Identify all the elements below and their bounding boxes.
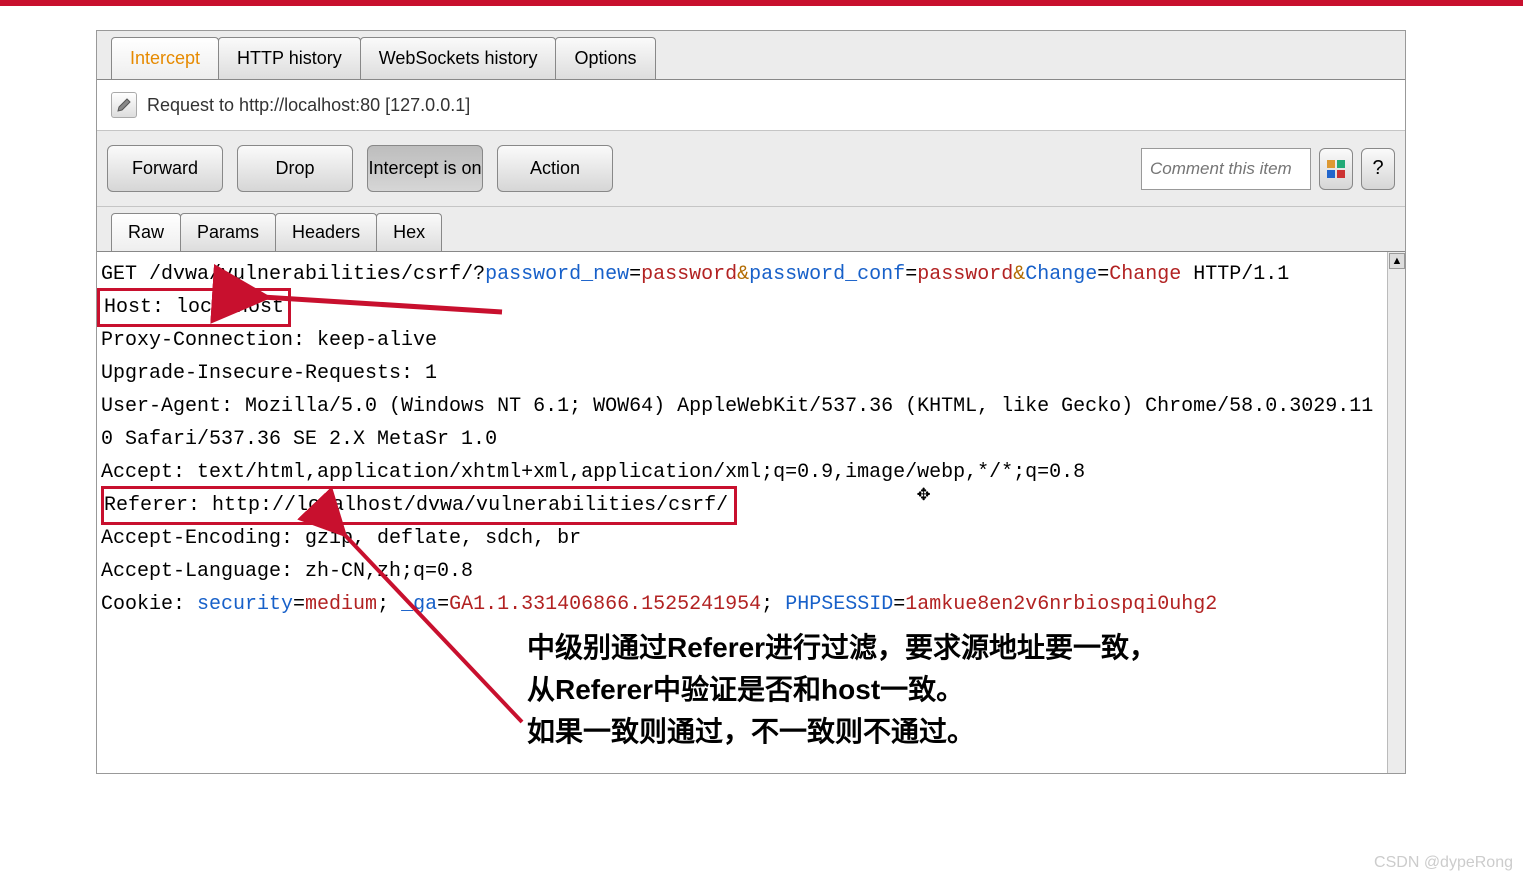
comment-input[interactable] (1141, 148, 1311, 190)
tab-intercept[interactable]: Intercept (111, 37, 219, 79)
move-cursor-icon: ✥ (917, 477, 930, 513)
http-method: GET (101, 263, 149, 286)
header-line: Upgrade-Insecure-Requests: 1 (101, 362, 437, 385)
raw-view-container: GET /dvwa/vulnerabilities/csrf/?password… (97, 252, 1405, 773)
header-line: User-Agent: Mozilla/5.0 (Windows NT 6.1;… (101, 395, 1373, 451)
param-value: password (917, 263, 1013, 286)
referer-header-highlight: Referer: http://localhost/dvwa/vulnerabi… (101, 486, 737, 525)
tab-websockets-history[interactable]: WebSockets history (360, 37, 557, 79)
cookie-value: 1amkue8en2v6nrbiospqi0uhg2 (905, 593, 1217, 616)
header-line: Accept-Encoding: gzip, deflate, sdch, br (101, 527, 581, 550)
raw-request-editor[interactable]: GET /dvwa/vulnerabilities/csrf/?password… (97, 252, 1387, 773)
request-target-label: Request to http://localhost:80 [127.0.0.… (147, 95, 470, 116)
edit-icon[interactable] (111, 92, 137, 118)
vertical-scrollbar[interactable]: ▲ (1387, 252, 1405, 773)
main-tabs: Intercept HTTP history WebSockets histor… (97, 31, 1405, 80)
header-line: Accept-Language: zh-CN,zh;q=0.8 (101, 560, 473, 583)
tab-http-history[interactable]: HTTP history (218, 37, 361, 79)
param-value: Change (1109, 263, 1181, 286)
cookie-value: GA1.1.331406866.1525241954 (449, 593, 761, 616)
subtab-raw[interactable]: Raw (111, 213, 181, 251)
cookie-label: Cookie: (101, 593, 197, 616)
proxy-panel: Intercept HTTP history WebSockets histor… (96, 30, 1406, 774)
subtab-hex[interactable]: Hex (376, 213, 442, 251)
request-info-bar: Request to http://localhost:80 [127.0.0.… (97, 80, 1405, 131)
param-name: password_new (485, 263, 629, 286)
tab-options[interactable]: Options (555, 37, 655, 79)
drop-button[interactable]: Drop (237, 145, 353, 192)
header-line: Proxy-Connection: keep-alive (101, 329, 437, 352)
param-name: password_conf (749, 263, 905, 286)
intercept-toggle-button[interactable]: Intercept is on (367, 145, 483, 192)
host-header-highlight: Host: localhost (97, 288, 291, 327)
cookie-value: medium (305, 593, 377, 616)
forward-button[interactable]: Forward (107, 145, 223, 192)
highlight-color-button[interactable] (1319, 148, 1353, 190)
subtab-params[interactable]: Params (180, 213, 276, 251)
watermark-text: CSDN @dypeRong (1374, 854, 1513, 872)
param-name: Change (1025, 263, 1097, 286)
http-version: HTTP/1.1 (1181, 263, 1289, 286)
action-button[interactable]: Action (497, 145, 613, 192)
top-red-border (0, 0, 1523, 6)
cookie-name: PHPSESSID (785, 593, 893, 616)
subtab-headers[interactable]: Headers (275, 213, 377, 251)
color-grid-icon (1327, 160, 1345, 178)
param-value: password (641, 263, 737, 286)
help-button[interactable]: ? (1361, 148, 1395, 190)
cookie-name: security (197, 593, 293, 616)
cookie-name: _ga (401, 593, 437, 616)
scroll-up-icon[interactable]: ▲ (1389, 253, 1405, 269)
path: /dvwa/vulnerabilities/csrf/? (149, 263, 485, 286)
action-button-row: Forward Drop Intercept is on Action ? (97, 131, 1405, 207)
annotation-text: 中级别通过Referer进行过滤，要求源地址要一致， 从Referer中验证是否… (527, 627, 1157, 753)
header-line: Accept: text/html,application/xhtml+xml,… (101, 461, 1085, 484)
view-tabs: Raw Params Headers Hex (97, 207, 1405, 252)
